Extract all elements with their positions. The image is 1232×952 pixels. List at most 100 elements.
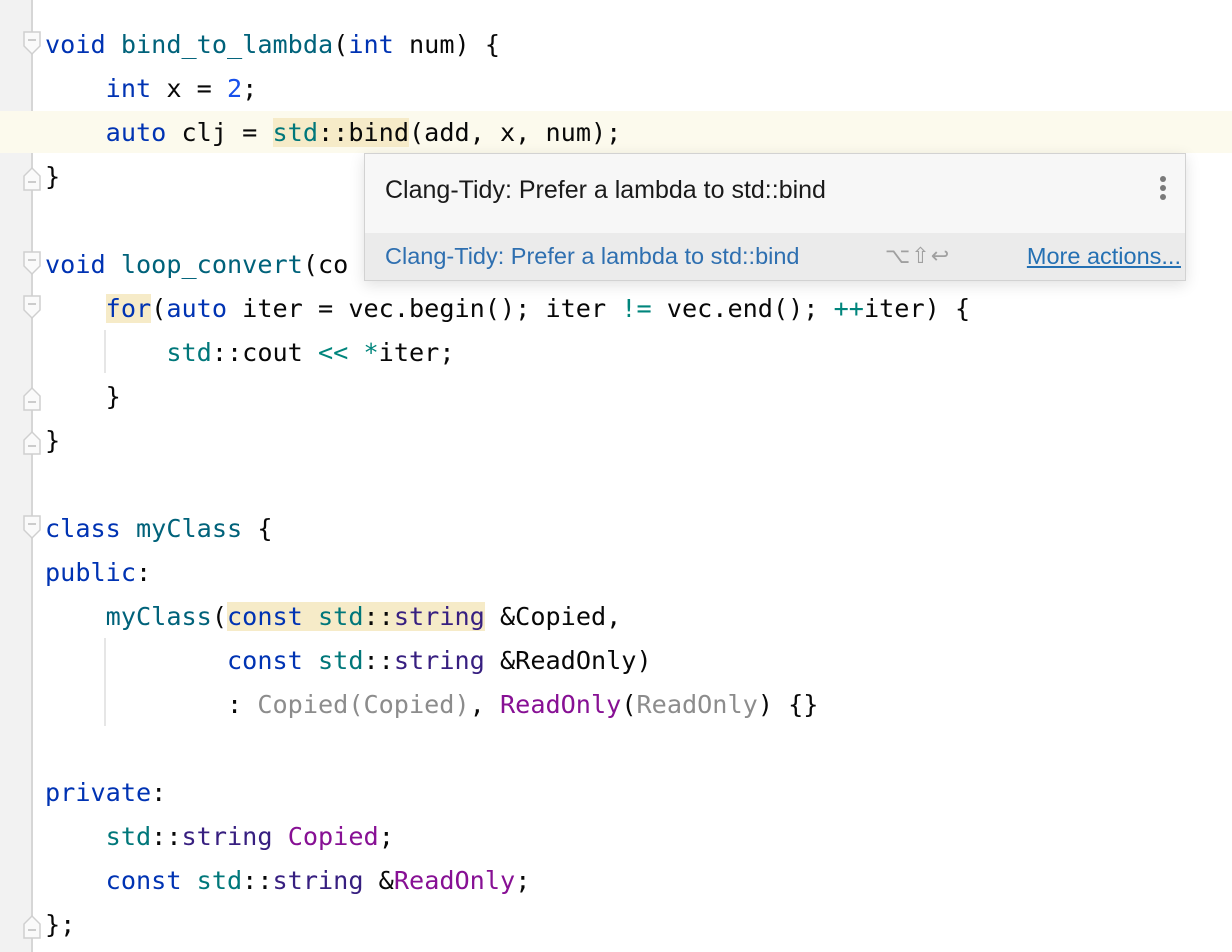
member-name: ReadOnly	[393, 866, 516, 895]
keyword: void	[45, 250, 106, 279]
type-name: string	[181, 822, 273, 851]
unused-code: ReadOnly	[636, 690, 758, 719]
code-text: {	[242, 514, 273, 543]
code-text: clj =	[166, 118, 273, 147]
code-editor[interactable]: void bind_to_lambda(int num) { int x = 2…	[0, 0, 1232, 952]
member-name: ReadOnly	[499, 690, 622, 719]
code-line: const std::string &ReadOnly;	[45, 859, 531, 903]
constructor-name: myClass	[105, 602, 212, 631]
code-line: std::string Copied;	[45, 815, 394, 859]
type-name: string	[393, 646, 485, 675]
keyword-highlighted: for	[105, 294, 152, 323]
more-actions-link[interactable]: More actions...	[1027, 243, 1181, 270]
code-line: }	[45, 419, 60, 463]
code-text: ::	[242, 866, 273, 895]
code-line: }	[45, 375, 121, 419]
keyword: void	[45, 30, 106, 59]
popup-header: Clang-Tidy: Prefer a lambda to std::bind	[365, 154, 1185, 233]
code-text: ::	[151, 822, 182, 851]
code-text: ;	[515, 866, 531, 895]
inspection-message: Clang-Tidy: Prefer a lambda to std::bind	[385, 176, 826, 204]
code-line-current: auto clj = std::bind(add, x, num);	[45, 111, 621, 155]
shortcut-hint: ⌥⇧↩	[885, 243, 951, 268]
code-text: ,	[469, 690, 500, 719]
inspection-popup: Clang-Tidy: Prefer a lambda to std::bind…	[364, 153, 1186, 281]
operator: *	[363, 338, 379, 367]
code-line: };	[45, 903, 75, 947]
code-line: }	[45, 155, 60, 199]
code-text: :	[151, 778, 167, 807]
keyword: int	[105, 74, 152, 103]
code-line: myClass(const std::string &Copied,	[45, 595, 621, 639]
code-text: iter;	[378, 338, 455, 367]
code-text: (	[621, 690, 637, 719]
code-text: };	[45, 910, 76, 939]
number-literal: 2	[227, 74, 243, 103]
namespace: std	[105, 822, 152, 851]
keyword: class	[45, 514, 121, 543]
code-text: }	[45, 162, 61, 191]
unused-code: Copied(Copied)	[257, 690, 470, 719]
code-text: ;	[378, 822, 394, 851]
code-text: (add, x, num);	[409, 118, 622, 147]
code-text: }	[105, 382, 121, 411]
code-text: num) {	[393, 30, 500, 59]
member-name: Copied	[287, 822, 379, 851]
type-name: string	[272, 866, 364, 895]
warning-highlight[interactable]: std::bind	[272, 118, 410, 147]
code-text: ::cout	[211, 338, 318, 367]
keyword: public	[45, 558, 136, 587]
code-line: void loop_convert(co	[45, 243, 348, 287]
code-line: public:	[45, 551, 151, 595]
keyword: auto	[166, 294, 228, 323]
namespace: std	[318, 602, 364, 631]
popup-footer: Clang-Tidy: Prefer a lambda to std::bind…	[365, 233, 1185, 280]
namespace: std	[166, 338, 212, 367]
code-line: std::cout << *iter;	[45, 331, 455, 375]
code-text: ::	[318, 118, 349, 147]
operator: ++	[833, 294, 864, 323]
namespace: std	[196, 866, 243, 895]
namespace: std	[317, 646, 364, 675]
code-line: private:	[45, 771, 166, 815]
code-line: void bind_to_lambda(int num) {	[45, 23, 500, 67]
code-line: int x = 2;	[45, 67, 258, 111]
code-text: &	[363, 866, 394, 895]
code-text: (co	[302, 250, 349, 279]
code-line: const std::string &ReadOnly)	[45, 639, 652, 683]
code-text: ::	[363, 602, 394, 631]
code-text: iter = vec.begin(); iter	[227, 294, 622, 323]
quick-fix-link[interactable]: Clang-Tidy: Prefer a lambda to std::bind	[385, 243, 800, 270]
code-text: :	[136, 558, 152, 587]
function-name: bind_to_lambda	[120, 30, 334, 59]
keyword: const	[226, 646, 303, 675]
operator: <<	[317, 338, 349, 367]
kebab-menu-icon[interactable]	[1159, 176, 1167, 204]
code-text: x =	[151, 74, 227, 103]
warning-highlight[interactable]: const std::string	[227, 602, 485, 631]
keyword: int	[348, 30, 394, 59]
code-text: &ReadOnly)	[484, 646, 652, 675]
keyword: auto	[105, 118, 167, 147]
keyword: const	[227, 602, 303, 631]
code-text: iter) {	[863, 294, 971, 323]
code-text: vec.end();	[651, 294, 834, 323]
code-text: ) {}	[757, 690, 819, 719]
code-line: : Copied(Copied), ReadOnly(ReadOnly) {}	[45, 683, 819, 727]
code-text: :	[226, 690, 258, 719]
keyword: private	[45, 778, 152, 807]
operator: !=	[621, 294, 652, 323]
code-text: &Copied,	[484, 602, 622, 631]
code-text: ::	[363, 646, 394, 675]
function-call: bind	[348, 118, 410, 147]
code-text: (	[211, 602, 227, 631]
namespace: std	[272, 118, 319, 147]
code-text: (	[333, 30, 349, 59]
code-text: ;	[242, 74, 258, 103]
keyword: const	[105, 866, 182, 895]
code-line: for(auto iter = vec.begin(); iter != vec…	[45, 287, 970, 331]
function-name: loop_convert	[120, 250, 303, 279]
code-text: }	[45, 426, 61, 455]
class-name: myClass	[136, 514, 243, 543]
